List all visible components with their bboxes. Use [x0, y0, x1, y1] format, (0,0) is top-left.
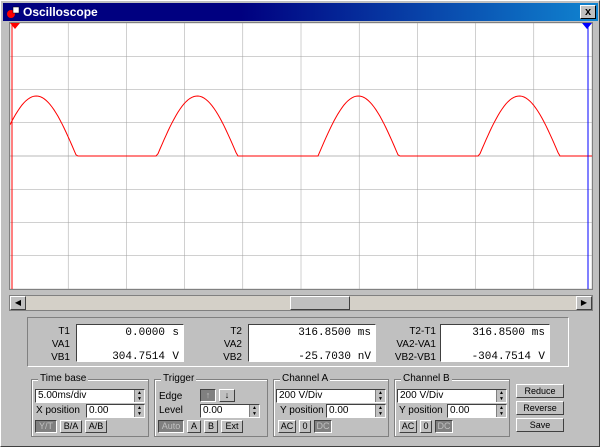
channel-b-ypos-spinner[interactable]: ▲ ▼ [496, 405, 506, 417]
channel-b-title: Channel B [401, 373, 452, 384]
vb1-label: VB1 [51, 352, 70, 363]
channel-b-scale-value: 200 V/Div [400, 390, 444, 401]
t1-label: T1 [58, 326, 70, 337]
channel-a-ypos-input[interactable]: 0.00 ▲ ▼ [326, 404, 386, 418]
vb2-unit: nV [357, 351, 371, 363]
channel-a-ypos-value: 0.00 [329, 405, 349, 416]
mode-yt-button[interactable]: Y/T [35, 420, 57, 433]
dt-value: 316.8500 [472, 327, 525, 339]
scope-graph [9, 22, 593, 290]
channel-b-scale-select[interactable]: 200 V/Div ▲ ▼ [397, 389, 507, 403]
level-spinner[interactable]: ▲ ▼ [249, 405, 259, 417]
channel-a-group: Channel A 200 V/Div ▲ ▼ Y position 0.00 ▲… [273, 373, 389, 437]
channel-a-title: Channel A [280, 373, 331, 384]
xpos-input[interactable]: 0.00 ▲ ▼ [86, 404, 145, 418]
level-label: Level [159, 405, 183, 416]
vb2-value: -25.7030 [298, 351, 351, 363]
mode-ba-button[interactable]: B/A [60, 420, 82, 433]
trigger-a-button[interactable]: A [187, 420, 201, 433]
trigger-title: Trigger [161, 373, 197, 384]
timebase-spinner[interactable]: ▲ ▼ [134, 390, 144, 402]
t2-unit: ms [357, 327, 371, 339]
channel-b-scale-spinner[interactable]: ▲ ▼ [496, 390, 506, 402]
dvb-label: VB2-VB1 [394, 352, 436, 363]
scroll-left-button[interactable]: ◀ [10, 296, 26, 310]
dvb-value: -304.7514 [471, 351, 531, 363]
trigger-auto-button[interactable]: Auto [158, 420, 184, 433]
channel-b-ypos-value: 0.00 [450, 405, 470, 416]
reduce-button[interactable]: Reduce [516, 384, 564, 398]
channel-b-dc-button[interactable]: DC [435, 420, 453, 433]
xpos-label: X position [36, 405, 80, 416]
va1-label: VA1 [51, 339, 70, 350]
trigger-ext-button[interactable]: Ext [221, 420, 243, 433]
title-bar[interactable]: Oscilloscope x [3, 3, 598, 21]
level-input[interactable]: 0.00 ▲ ▼ [200, 404, 260, 418]
scroll-right-button[interactable]: ▶ [576, 296, 592, 310]
t1-readout: 0.0000 s 304.7514 V [76, 324, 184, 363]
t2-value: 316.8500 [298, 327, 351, 339]
timebase-value: 5.00ms/div [38, 390, 87, 401]
scope-display[interactable] [9, 22, 593, 290]
mode-ab-button[interactable]: A/B [85, 420, 107, 433]
channel-b-ac-button[interactable]: AC [399, 420, 417, 433]
save-button[interactable]: Save [516, 418, 564, 432]
channel-a-dc-button[interactable]: DC [314, 420, 332, 433]
dt-label: T2-T1 [409, 326, 436, 337]
vb1-value: 304.7514 [112, 351, 165, 363]
level-value: 0.00 [203, 405, 223, 416]
xpos-spinner[interactable]: ▲ ▼ [134, 405, 144, 417]
t1-unit: s [172, 327, 179, 339]
xpos-value: 0.00 [89, 405, 109, 416]
edge-rising-icon[interactable]: ↑ [200, 389, 216, 402]
reverse-button[interactable]: Reverse [516, 401, 564, 415]
t2-readout: 316.8500 ms -25.7030 nV [248, 324, 376, 363]
scroll-thumb[interactable] [290, 296, 350, 310]
t1-value: 0.0000 [125, 327, 165, 339]
t2-label: T2 [230, 326, 242, 337]
time-scrollbar[interactable]: ◀ ▶ [9, 295, 593, 311]
channel-a-ac-button[interactable]: AC [278, 420, 296, 433]
channel-a-ypos-spinner[interactable]: ▲ ▼ [375, 405, 385, 417]
edge-falling-icon[interactable]: ↓ [219, 389, 235, 402]
channel-a-scale-select[interactable]: 200 V/Div ▲ ▼ [276, 389, 386, 403]
cursor-t2-handle[interactable] [582, 23, 592, 29]
channel-a-ypos-label: Y position [280, 405, 324, 416]
window-title: Oscilloscope [23, 5, 98, 19]
timebase-title: Time base [38, 373, 89, 384]
dt-unit: ms [531, 327, 545, 339]
delta-readout: 316.8500 ms -304.7514 V [440, 324, 550, 363]
dvb-unit: V [538, 351, 545, 363]
channel-b-zero-button[interactable]: 0 [420, 420, 432, 433]
channel-a-scale-spinner[interactable]: ▲ ▼ [375, 390, 385, 402]
timebase-group: Time base 5.00ms/div ▲ ▼ X position 0.00 … [31, 373, 149, 437]
timebase-select[interactable]: 5.00ms/div ▲ ▼ [35, 389, 145, 403]
channel-b-group: Channel B 200 V/Div ▲ ▼ Y position 0.00 ▲… [394, 373, 510, 437]
trigger-b-button[interactable]: B [204, 420, 218, 433]
channel-a-zero-button[interactable]: 0 [299, 420, 311, 433]
va2-label: VA2 [223, 339, 242, 350]
oscilloscope-icon [7, 6, 20, 18]
edge-label: Edge [159, 391, 183, 402]
vb1-unit: V [172, 351, 179, 363]
channel-b-ypos-label: Y position [399, 405, 443, 416]
close-button[interactable]: x [580, 5, 596, 19]
oscilloscope-window: Oscilloscope x ◀ ▶ T1 VA1 VB1 0.0000 s 30… [0, 0, 600, 447]
dva-label: VA2-VA1 [396, 339, 436, 350]
vb2-label: VB2 [223, 352, 242, 363]
trigger-group: Trigger Edge ↑ ↓ Level 0.00 ▲ ▼ Auto A B … [154, 373, 268, 437]
cursor-readout: T1 VA1 VB1 0.0000 s 304.7514 V T2 VA2 VB2 … [27, 317, 569, 367]
channel-b-ypos-input[interactable]: 0.00 ▲ ▼ [447, 404, 507, 418]
channel-a-scale-value: 200 V/Div [279, 390, 323, 401]
